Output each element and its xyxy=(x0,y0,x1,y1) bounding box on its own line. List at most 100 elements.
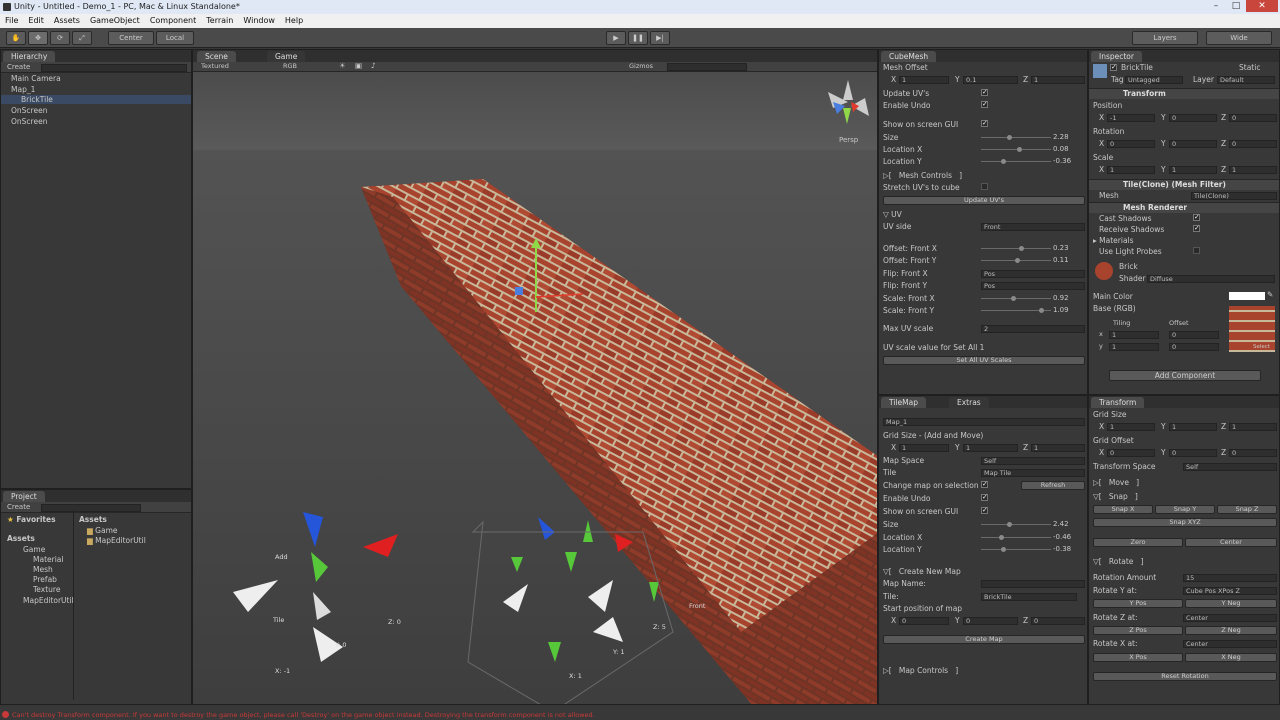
tilemap-location-x-value[interactable]: -0.46 xyxy=(1053,533,1071,541)
tilemap-location-y-value[interactable]: -0.38 xyxy=(1053,545,1071,553)
snap-xyz-button[interactable]: Snap XYZ xyxy=(1093,518,1277,527)
menu-help[interactable]: Help xyxy=(280,14,308,28)
hierarchy-item-onscreen-2[interactable]: OnScreen xyxy=(11,117,47,126)
create-map-button[interactable]: Create Map xyxy=(883,635,1085,644)
tilemap-size-value[interactable]: 2.42 xyxy=(1053,520,1069,528)
rgb-dropdown[interactable]: RGB xyxy=(283,62,297,70)
menu-terrain[interactable]: Terrain xyxy=(201,14,238,28)
reset-rotation-button[interactable]: Reset Rotation xyxy=(1093,672,1277,681)
location-x-value[interactable]: 0.08 xyxy=(1053,145,1069,153)
scale-x-slider[interactable] xyxy=(981,296,1051,301)
layer-dropdown[interactable]: Default xyxy=(1217,76,1275,84)
tab-project[interactable]: Project xyxy=(3,491,45,502)
hierarchy-item-bricktile[interactable]: BrickTile xyxy=(1,95,191,104)
texture-select-button[interactable]: Select xyxy=(1253,344,1270,350)
image-icon[interactable]: ▣ xyxy=(355,61,362,70)
materials-foldout[interactable]: ▸ Materials xyxy=(1093,236,1134,245)
rotate-foldout[interactable]: ▽[ Rotate ] xyxy=(1093,557,1144,566)
snap-y-button[interactable]: Snap Y xyxy=(1155,505,1215,514)
tree-texture[interactable]: Texture xyxy=(33,585,60,594)
tilemap-location-x-slider[interactable] xyxy=(981,535,1051,540)
tp-grid-y-field[interactable]: 1 xyxy=(1169,423,1217,431)
static-toggle[interactable]: Static xyxy=(1239,63,1260,72)
x-pos-button[interactable]: X Pos xyxy=(1093,653,1183,662)
offset-x-field[interactable]: 0 xyxy=(1169,331,1219,339)
rotation-amount-field[interactable]: 15 xyxy=(1183,574,1277,582)
snap-x-button[interactable]: Snap X xyxy=(1093,505,1153,514)
rotate-y-at-dropdown[interactable]: Cube Pos XPos Z xyxy=(1183,587,1277,595)
map-space-dropdown[interactable]: Self xyxy=(981,457,1085,465)
shader-dropdown[interactable]: Diffuse xyxy=(1147,275,1275,283)
rotation-z-field[interactable]: 0 xyxy=(1229,140,1277,148)
layers-dropdown[interactable]: Layers xyxy=(1132,31,1198,45)
move-tool-icon[interactable]: ✥ xyxy=(28,31,48,45)
grid-y-field[interactable]: 1 xyxy=(963,444,1018,452)
tilemap-enable-undo-checkbox[interactable]: ✓ xyxy=(981,494,988,501)
tree-mapeditorutil[interactable]: MapEditorUtil xyxy=(23,596,74,605)
step-icon[interactable]: ▶| xyxy=(650,31,670,45)
mesh-offset-y-field[interactable]: 0.1 xyxy=(963,76,1018,84)
scale-y-value[interactable]: 1.09 xyxy=(1053,306,1069,314)
map-controls-foldout[interactable]: ▷[ Map Controls ] xyxy=(883,666,958,675)
mesh-offset-z-field[interactable]: 1 xyxy=(1031,76,1085,84)
eyedropper-icon[interactable]: ✎ xyxy=(1267,290,1273,299)
map-name-input[interactable] xyxy=(981,580,1085,588)
persp-label[interactable]: Persp xyxy=(839,136,858,144)
create-new-map-foldout[interactable]: ▽[ Create New Map xyxy=(883,567,961,576)
position-x-field[interactable]: -1 xyxy=(1107,114,1155,122)
scale-tool-icon[interactable]: ⤢ xyxy=(72,31,92,45)
set-all-uv-scales-button[interactable]: Set All UV Scales xyxy=(883,356,1085,365)
scale-y-slider[interactable] xyxy=(981,308,1051,313)
tree-mesh[interactable]: Mesh xyxy=(33,565,53,574)
refresh-button[interactable]: Refresh xyxy=(1021,481,1085,490)
favorites-header[interactable]: ★ Favorites xyxy=(7,515,56,524)
rotation-y-field[interactable]: 0 xyxy=(1169,140,1217,148)
menu-file[interactable]: File xyxy=(0,14,23,28)
offset-x-slider[interactable] xyxy=(981,246,1051,251)
offset-x-value[interactable]: 0.23 xyxy=(1053,244,1069,252)
tile-dropdown[interactable]: Map Tile xyxy=(981,469,1085,477)
z-neg-button[interactable]: Z Neg xyxy=(1185,626,1277,635)
asset-folder-mapeditorutil[interactable]: ▆ MapEditorUtil xyxy=(87,536,146,545)
scale-x-field[interactable]: 1 xyxy=(1107,166,1155,174)
enable-undo-checkbox[interactable]: ✓ xyxy=(981,101,988,108)
project-create-button[interactable]: Create xyxy=(7,503,30,511)
scale-y-field[interactable]: 1 xyxy=(1169,166,1217,174)
tab-extras[interactable]: Extras xyxy=(949,397,989,408)
mesh-renderer-header[interactable]: Mesh Renderer xyxy=(1089,202,1279,213)
size-value[interactable]: 2.28 xyxy=(1053,133,1069,141)
tab-cubemesh[interactable]: CubeMesh xyxy=(881,51,937,62)
menu-gameobject[interactable]: GameObject xyxy=(85,14,145,28)
offset-y-slider[interactable] xyxy=(981,258,1051,263)
asset-folder-game[interactable]: ▆ Game xyxy=(87,526,118,535)
new-tile-object-field[interactable]: BrickTile xyxy=(981,593,1077,601)
rotation-x-field[interactable]: 0 xyxy=(1107,140,1155,148)
light-probes-checkbox[interactable] xyxy=(1193,247,1200,254)
grid-x-field[interactable]: 1 xyxy=(899,444,949,452)
position-y-field[interactable]: 0 xyxy=(1169,114,1217,122)
cast-shadows-checkbox[interactable]: ✓ xyxy=(1193,214,1200,221)
tiling-x-field[interactable]: 1 xyxy=(1109,331,1159,339)
show-gui-checkbox[interactable]: ✓ xyxy=(981,120,988,127)
snap-z-button[interactable]: Snap Z xyxy=(1217,505,1277,514)
tilemap-show-gui-checkbox[interactable]: ✓ xyxy=(981,507,988,514)
object-name-field[interactable]: BrickTile xyxy=(1121,63,1153,72)
x-neg-button[interactable]: X Neg xyxy=(1185,653,1277,662)
mesh-offset-x-field[interactable]: 1 xyxy=(899,76,949,84)
transform-header[interactable]: Transform xyxy=(1089,88,1279,99)
z-pos-button[interactable]: Z Pos xyxy=(1093,626,1183,635)
tab-scene[interactable]: Scene xyxy=(197,51,236,62)
tiling-y-field[interactable]: 1 xyxy=(1109,343,1159,351)
tree-assets[interactable]: Assets xyxy=(7,534,35,543)
zero-button[interactable]: Zero xyxy=(1093,538,1183,547)
center-button[interactable]: Center xyxy=(1185,538,1277,547)
update-uvs-checkbox[interactable]: ✓ xyxy=(981,89,988,96)
mesh-controls-foldout[interactable]: ▷[ Mesh Controls ] xyxy=(883,171,962,180)
menu-component[interactable]: Component xyxy=(145,14,201,28)
gizmos-dropdown[interactable]: Gizmos xyxy=(629,62,653,70)
start-y-field[interactable]: 0 xyxy=(963,617,1018,625)
snap-foldout[interactable]: ▽[ Snap ] xyxy=(1093,492,1138,501)
render-mode-dropdown[interactable]: Textured xyxy=(201,62,229,70)
rotate-z-at-dropdown[interactable]: Center xyxy=(1183,614,1277,622)
offset-y-field[interactable]: 0 xyxy=(1169,343,1219,351)
